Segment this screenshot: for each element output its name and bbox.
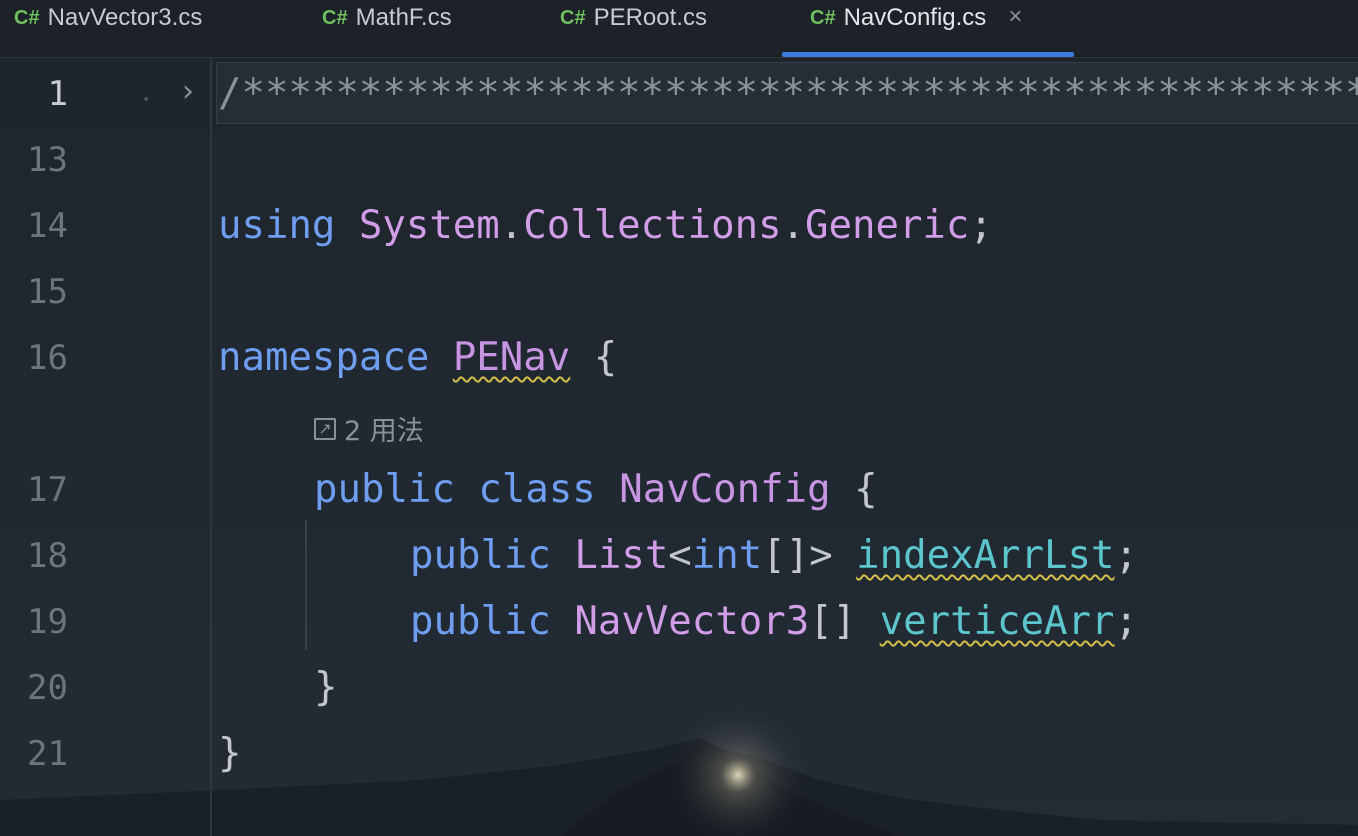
code-line-16[interactable]: namespace PENav { bbox=[218, 338, 617, 377]
punctuation: [] bbox=[762, 533, 810, 578]
line-number: 19 bbox=[27, 602, 68, 642]
line-number: 16 bbox=[27, 338, 68, 378]
csharp-file-icon: C# bbox=[560, 7, 586, 29]
gutter-divider bbox=[210, 58, 212, 836]
keyword: class bbox=[478, 467, 596, 512]
usages-count: 2 用法 bbox=[344, 416, 424, 447]
punctuation: [] bbox=[809, 599, 857, 644]
tab-label: PERoot.cs bbox=[593, 4, 707, 31]
active-tab-indicator bbox=[782, 52, 1074, 57]
editor-tab-bar: C# NavVector3.cs C# MathF.cs C# PERoot.c… bbox=[0, 0, 1358, 58]
usages-inlay-hint[interactable]: ↗ 2 用法 bbox=[314, 409, 424, 448]
type-name: NavVector3 bbox=[574, 599, 810, 644]
punctuation: ; bbox=[1114, 599, 1138, 644]
close-brace: } bbox=[314, 665, 338, 710]
keyword: using bbox=[218, 203, 336, 248]
indent-guide bbox=[305, 520, 307, 650]
tab-peroot[interactable]: C# PERoot.cs bbox=[560, 0, 707, 57]
code-line-20[interactable]: } bbox=[314, 668, 337, 707]
line-number-gutter: 1 13 14 15 16 17 18 19 20 21 bbox=[0, 58, 210, 836]
tab-label: MathF.cs bbox=[355, 4, 452, 31]
punctuation: . bbox=[781, 203, 806, 248]
field-name: indexArrLst bbox=[856, 533, 1115, 578]
tab-navvector3[interactable]: C# NavVector3.cs bbox=[14, 0, 202, 57]
keyword: public bbox=[314, 467, 455, 512]
tab-navconfig[interactable]: C# NavConfig.cs × bbox=[810, 0, 1022, 57]
line-number: 18 bbox=[27, 536, 68, 576]
open-brace: { bbox=[593, 335, 618, 380]
code-line-18[interactable]: public List<int[]> indexArrLst; bbox=[410, 536, 1138, 575]
line-number: 13 bbox=[27, 140, 68, 180]
line-number: 14 bbox=[27, 206, 68, 246]
folded-comment-text: /***************************************… bbox=[218, 71, 1358, 116]
line-number: 15 bbox=[27, 272, 68, 312]
keyword: int bbox=[691, 533, 763, 578]
punctuation: ; bbox=[969, 203, 993, 248]
code-line-19[interactable]: public NavVector3[] verticeArr; bbox=[410, 602, 1138, 641]
csharp-file-icon: C# bbox=[810, 7, 836, 29]
line-number: 17 bbox=[27, 470, 68, 510]
class-name: NavConfig bbox=[619, 467, 831, 512]
line-number: 1 bbox=[47, 74, 68, 114]
field-name: verticeArr bbox=[879, 599, 1115, 644]
code-line-14[interactable]: using System.Collections.Generic; bbox=[218, 206, 993, 245]
punctuation: > bbox=[809, 533, 833, 578]
line-number: 20 bbox=[27, 668, 68, 708]
namespace-name: PENav bbox=[452, 335, 571, 380]
keyword: public bbox=[410, 599, 551, 644]
namespace-part: Collections bbox=[523, 203, 782, 248]
csharp-file-icon: C# bbox=[322, 7, 348, 29]
csharp-file-icon: C# bbox=[14, 7, 40, 29]
line-number: 21 bbox=[27, 734, 68, 774]
code-line-21[interactable]: } bbox=[218, 734, 241, 773]
namespace-part: System bbox=[358, 203, 500, 248]
open-brace: { bbox=[854, 467, 878, 512]
open-link-icon: ↗ bbox=[314, 417, 336, 440]
punctuation: < bbox=[668, 533, 692, 578]
editor-window: C# NavVector3.cs C# MathF.cs C# PERoot.c… bbox=[0, 0, 1358, 836]
punctuation: . bbox=[499, 203, 524, 248]
gutter-marker: • bbox=[142, 92, 157, 108]
code-line-17[interactable]: public class NavConfig { bbox=[314, 470, 878, 509]
expand-fold-chevron-icon[interactable]: › bbox=[182, 74, 194, 109]
keyword: public bbox=[410, 533, 551, 578]
tab-label: NavConfig.cs bbox=[843, 4, 987, 31]
punctuation: ; bbox=[1114, 533, 1138, 578]
close-brace: } bbox=[218, 731, 242, 776]
tab-mathf[interactable]: C# MathF.cs bbox=[322, 0, 452, 57]
namespace-part: Generic bbox=[805, 203, 970, 248]
keyword: namespace bbox=[218, 335, 430, 380]
tab-label: NavVector3.cs bbox=[47, 4, 203, 31]
type-name: List bbox=[574, 533, 669, 578]
close-tab-icon[interactable]: × bbox=[1008, 3, 1022, 31]
